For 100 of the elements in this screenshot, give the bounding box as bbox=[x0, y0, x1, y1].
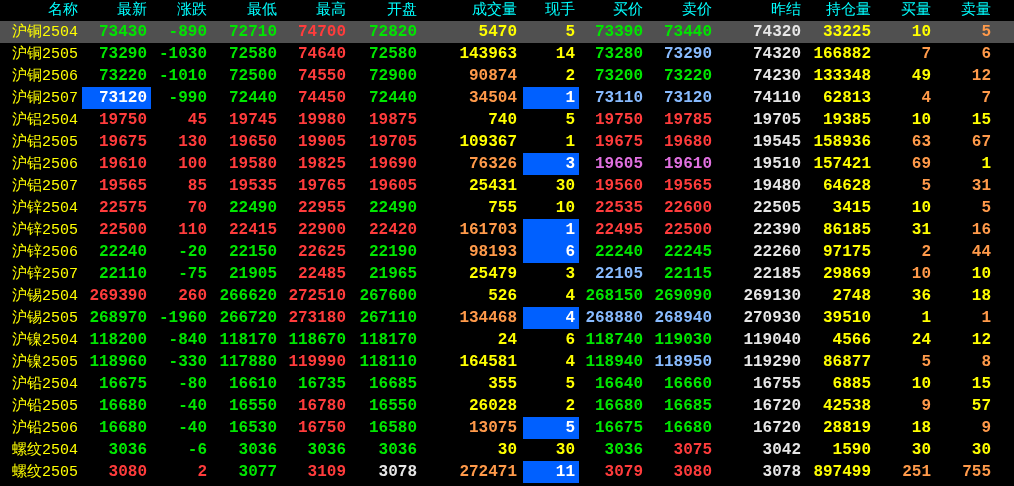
table-cell: 19565 bbox=[99, 178, 147, 194]
table-cell: -75 bbox=[178, 266, 207, 282]
table-cell: 4 bbox=[565, 310, 575, 326]
table-row[interactable]: 沪铅2504 16675 -80 16610 16735 16685 355 5 16640 16660 16755 6885 10 15 bbox=[0, 373, 1014, 395]
table-cell: 沪锌2507 bbox=[12, 266, 78, 282]
table-cell: 118200 bbox=[89, 332, 147, 348]
column-header[interactable]: 昨结 bbox=[716, 0, 805, 21]
table-cell: 134468 bbox=[459, 310, 517, 326]
table-cell: 19675 bbox=[595, 134, 643, 150]
table-cell: 16660 bbox=[664, 376, 712, 392]
table-cell: 10 bbox=[971, 266, 991, 282]
table-row[interactable]: 螺纹2504 3036 -6 3036 3036 3036 30 30 3036 3075 3042 1590 30 30 bbox=[0, 439, 1014, 461]
table-cell: -990 bbox=[168, 90, 207, 106]
table-cell: 5 bbox=[921, 178, 931, 194]
table-row[interactable]: 沪锌2507 22110 -75 21905 22485 21965 25479 3 22105 22115 22185 29869 10 10 bbox=[0, 263, 1014, 285]
table-cell: 19675 bbox=[99, 134, 147, 150]
table-cell: 21965 bbox=[369, 266, 417, 282]
table-cell: 19690 bbox=[369, 156, 417, 172]
table-cell: 97175 bbox=[823, 244, 871, 260]
table-cell: 16675 bbox=[99, 376, 147, 392]
table-row[interactable]: 沪铝2506 19610 100 19580 19825 19690 76326 3 19605 19610 19510 157421 69 1 bbox=[0, 153, 1014, 175]
column-header[interactable]: 涨跌 bbox=[151, 0, 211, 21]
table-row[interactable]: 沪铜2506 73220 -1010 72500 74550 72900 90874 2 73200 73220 74230 133348 49 12 bbox=[0, 65, 1014, 87]
column-header[interactable]: 最高 bbox=[281, 0, 350, 21]
table-cell: 19535 bbox=[229, 178, 277, 194]
table-cell: 117880 bbox=[219, 354, 277, 370]
table-cell: 19825 bbox=[298, 156, 346, 172]
table-cell: 7 bbox=[921, 46, 931, 62]
table-cell: 15 bbox=[971, 112, 991, 128]
table-cell: -80 bbox=[178, 376, 207, 392]
table-cell: 22490 bbox=[229, 200, 277, 216]
column-header[interactable]: 卖量 bbox=[935, 0, 995, 21]
column-header[interactable]: 买价 bbox=[579, 0, 647, 21]
table-cell: 62813 bbox=[823, 90, 871, 106]
table-cell: 3077 bbox=[238, 464, 277, 480]
table-cell: 143963 bbox=[459, 46, 517, 62]
table-cell: 16680 bbox=[595, 398, 643, 414]
table-row[interactable]: 螺纹2505 3080 2 3077 3109 3078 272471 11 3079 3080 3078 897499 251 755 bbox=[0, 461, 1014, 483]
table-cell: 16720 bbox=[753, 398, 801, 414]
table-cell: 1 bbox=[565, 134, 575, 150]
table-cell: 沪铅2504 bbox=[12, 376, 78, 392]
table-row[interactable]: 沪铜2504 73430 -890 72710 74700 72820 5470 5 73390 73440 74320 33225 10 5 bbox=[0, 21, 1014, 43]
table-cell: 2 bbox=[565, 398, 575, 414]
table-cell: 22105 bbox=[595, 266, 643, 282]
table-cell: 5 bbox=[921, 354, 931, 370]
table-row[interactable]: 沪铜2507 73120 -990 72440 74450 72440 34504 1 73110 73120 74110 62813 4 7 bbox=[0, 87, 1014, 109]
table-cell: 16685 bbox=[369, 376, 417, 392]
table-cell: 133348 bbox=[813, 68, 871, 84]
table-cell: 沪铅2506 bbox=[12, 420, 78, 436]
table-cell: 44 bbox=[971, 244, 991, 260]
table-row[interactable]: 沪锌2504 22575 70 22490 22955 22490 755 10 22535 22600 22505 3415 10 5 bbox=[0, 197, 1014, 219]
table-row[interactable]: 沪铅2505 16680 -40 16550 16780 16550 26028 2 16680 16685 16720 42538 9 57 bbox=[0, 395, 1014, 417]
table-cell: 119990 bbox=[288, 354, 346, 370]
table-cell: 7 bbox=[981, 90, 991, 106]
column-header[interactable]: 现手 bbox=[523, 0, 579, 21]
table-cell: 21905 bbox=[229, 266, 277, 282]
table-row[interactable]: 沪铝2505 19675 130 19650 19905 19705 109367 1 19675 19680 19545 158936 63 67 bbox=[0, 131, 1014, 153]
table-cell: 30 bbox=[555, 442, 575, 458]
table-row[interactable]: 沪镍2505 118960 -330 117880 119990 118110 164581 4 118940 118950 119290 86877 5 8 bbox=[0, 351, 1014, 373]
table-cell: 10 bbox=[911, 266, 931, 282]
table-row[interactable]: 沪铝2507 19565 85 19535 19765 19605 25431 30 19560 19565 19480 64628 5 31 bbox=[0, 175, 1014, 197]
table-cell: 74230 bbox=[753, 68, 801, 84]
table-cell: 19560 bbox=[595, 178, 643, 194]
column-header[interactable]: 买量 bbox=[875, 0, 935, 21]
table-cell: 22900 bbox=[298, 222, 346, 238]
table-cell: 22495 bbox=[595, 222, 643, 238]
column-header[interactable]: 开盘 bbox=[350, 0, 421, 21]
column-header[interactable]: 持仓量 bbox=[805, 0, 875, 21]
table-cell: 30 bbox=[971, 442, 991, 458]
table-row[interactable]: 沪铝2504 19750 45 19745 19980 19875 740 5 19750 19785 19705 19385 10 15 bbox=[0, 109, 1014, 131]
table-cell: 355 bbox=[488, 376, 517, 392]
table-cell: 22575 bbox=[99, 200, 147, 216]
table-cell: 90874 bbox=[469, 68, 517, 84]
table-cell: 16680 bbox=[664, 420, 712, 436]
table-row[interactable]: 沪锌2505 22500 110 22415 22900 22420 161703 1 22495 22500 22390 86185 31 16 bbox=[0, 219, 1014, 241]
table-row[interactable]: 沪铜2505 73290 -1030 72580 74640 72580 143963 14 73280 73290 74320 166882 7 6 bbox=[0, 43, 1014, 65]
column-header[interactable]: 名称 bbox=[0, 0, 82, 21]
table-cell: 42538 bbox=[823, 398, 871, 414]
table-row[interactable]: 沪锌2506 22240 -20 22150 22625 22190 98193 6 22240 22245 22260 97175 2 44 bbox=[0, 241, 1014, 263]
column-header[interactable]: 卖价 bbox=[647, 0, 716, 21]
table-cell: 19480 bbox=[753, 178, 801, 194]
column-header[interactable]: 成交量 bbox=[421, 0, 521, 21]
table-cell: 沪铜2505 bbox=[12, 46, 78, 62]
table-cell: 沪锡2504 bbox=[12, 288, 78, 304]
table-cell: 1 bbox=[921, 310, 931, 326]
table-cell: 74110 bbox=[753, 90, 801, 106]
table-cell: 16 bbox=[971, 222, 991, 238]
table-row[interactable]: 沪铅2506 16680 -40 16530 16750 16580 13075 5 16675 16680 16720 28819 18 9 bbox=[0, 417, 1014, 439]
column-header[interactable]: 最新 bbox=[82, 0, 151, 21]
table-cell: 6885 bbox=[832, 376, 871, 392]
table-cell: 30 bbox=[497, 442, 517, 458]
table-row[interactable]: 沪镍2504 118200 -840 118170 118670 118170 24 6 118740 119030 119040 4566 24 12 bbox=[0, 329, 1014, 351]
table-cell: 72900 bbox=[369, 68, 417, 84]
table-cell: 3036 bbox=[108, 442, 147, 458]
table-cell: 19610 bbox=[99, 156, 147, 172]
column-header[interactable]: 最低 bbox=[211, 0, 281, 21]
table-row[interactable]: 沪锡2505 268970 -1960 266720 273180 267110 134468 4 268880 268940 270930 39510 1 1 bbox=[0, 307, 1014, 329]
table-cell: 19510 bbox=[753, 156, 801, 172]
table-row[interactable]: 沪锡2504 269390 260 266620 272510 267600 526 4 268150 269090 269130 2748 36 18 bbox=[0, 285, 1014, 307]
table-cell: 74320 bbox=[753, 46, 801, 62]
